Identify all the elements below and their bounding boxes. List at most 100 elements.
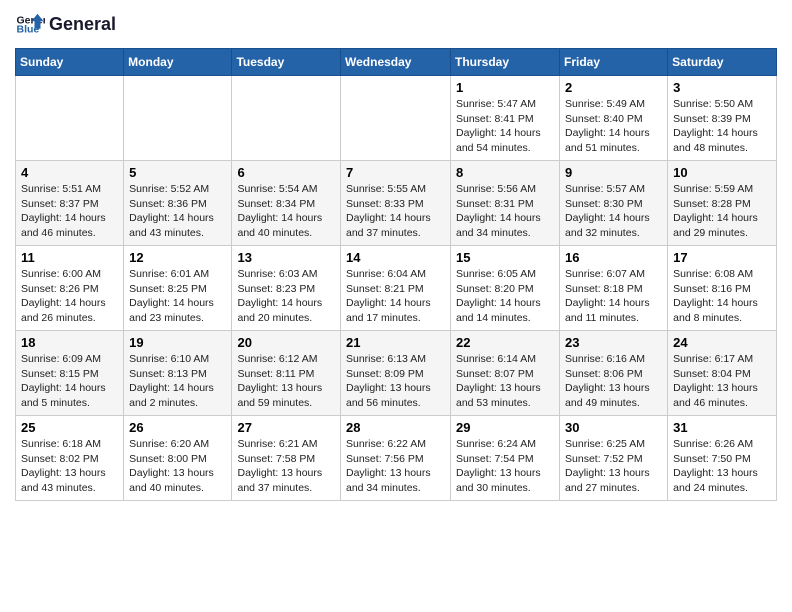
day-info: Sunrise: 6:13 AM Sunset: 8:09 PM Dayligh…: [346, 352, 445, 411]
calendar-cell: 20 Sunrise: 6:12 AM Sunset: 8:11 PM Dayli…: [232, 331, 341, 416]
day-info: Sunrise: 6:05 AM Sunset: 8:20 PM Dayligh…: [456, 267, 554, 326]
day-header-friday: Friday: [560, 49, 668, 76]
day-number: 16: [565, 250, 662, 265]
calendar-cell: 2Sunrise: 5:49 AM Sunset: 8:40 PM Daylig…: [560, 76, 668, 161]
calendar-cell: [16, 76, 124, 161]
day-number: 11: [21, 250, 118, 265]
day-header-saturday: Saturday: [668, 49, 777, 76]
calendar-cell: 8 Sunrise: 5:56 AM Sunset: 8:31 PM Daylig…: [451, 161, 560, 246]
day-number: 4: [21, 165, 118, 180]
calendar-cell: 19 Sunrise: 6:10 AM Sunset: 8:13 PM Dayli…: [124, 331, 232, 416]
calendar-cell: [124, 76, 232, 161]
day-number: 30: [565, 420, 662, 435]
day-info: Sunrise: 6:07 AM Sunset: 8:18 PM Dayligh…: [565, 267, 662, 326]
day-info: Sunrise: 5:57 AM Sunset: 8:30 PM Dayligh…: [565, 182, 662, 241]
calendar-cell: [341, 76, 451, 161]
day-number: 29: [456, 420, 554, 435]
day-info: Sunrise: 5:59 AM Sunset: 8:28 PM Dayligh…: [673, 182, 771, 241]
day-number: 13: [237, 250, 335, 265]
calendar-cell: [232, 76, 341, 161]
calendar-week-row: 1 Sunrise: 5:47 AM Sunset: 8:41 PM Daylig…: [16, 76, 777, 161]
calendar-cell: 31 Sunrise: 6:26 AM Sunset: 7:50 PM Dayli…: [668, 416, 777, 501]
calendar-cell: 12 Sunrise: 6:01 AM Sunset: 8:25 PM Dayli…: [124, 246, 232, 331]
calendar-cell: 6 Sunrise: 5:54 AM Sunset: 8:34 PM Daylig…: [232, 161, 341, 246]
day-info: Sunrise: 5:56 AM Sunset: 8:31 PM Dayligh…: [456, 182, 554, 241]
day-number: 18: [21, 335, 118, 350]
day-number: 23: [565, 335, 662, 350]
day-number: 19: [129, 335, 226, 350]
day-number: 5: [129, 165, 226, 180]
day-number: 3: [673, 80, 771, 95]
day-header-wednesday: Wednesday: [341, 49, 451, 76]
day-info: Sunrise: 6:26 AM Sunset: 7:50 PM Dayligh…: [673, 437, 771, 496]
day-header-sunday: Sunday: [16, 49, 124, 76]
calendar-cell: 5Sunrise: 5:52 AM Sunset: 8:36 PM Daylig…: [124, 161, 232, 246]
calendar-cell: 3 Sunrise: 5:50 AM Sunset: 8:39 PM Daylig…: [668, 76, 777, 161]
header: General Blue General: [15, 10, 777, 40]
day-info: Sunrise: 5:54 AM Sunset: 8:34 PM Dayligh…: [237, 182, 335, 241]
calendar-cell: 25Sunrise: 6:18 AM Sunset: 8:02 PM Dayli…: [16, 416, 124, 501]
day-number: 10: [673, 165, 771, 180]
day-number: 24: [673, 335, 771, 350]
day-info: Sunrise: 5:50 AM Sunset: 8:39 PM Dayligh…: [673, 97, 771, 156]
day-number: 6: [237, 165, 335, 180]
calendar-cell: 16 Sunrise: 6:07 AM Sunset: 8:18 PM Dayli…: [560, 246, 668, 331]
day-number: 22: [456, 335, 554, 350]
day-info: Sunrise: 6:00 AM Sunset: 8:26 PM Dayligh…: [21, 267, 118, 326]
calendar-cell: 22 Sunrise: 6:14 AM Sunset: 8:07 PM Dayli…: [451, 331, 560, 416]
day-info: Sunrise: 5:47 AM Sunset: 8:41 PM Dayligh…: [456, 97, 554, 156]
day-number: 8: [456, 165, 554, 180]
calendar-cell: 7 Sunrise: 5:55 AM Sunset: 8:33 PM Daylig…: [341, 161, 451, 246]
day-number: 1: [456, 80, 554, 95]
calendar-week-row: 25Sunrise: 6:18 AM Sunset: 8:02 PM Dayli…: [16, 416, 777, 501]
calendar-cell: 1 Sunrise: 5:47 AM Sunset: 8:41 PM Daylig…: [451, 76, 560, 161]
calendar-cell: 27Sunrise: 6:21 AM Sunset: 7:58 PM Dayli…: [232, 416, 341, 501]
calendar-cell: 13 Sunrise: 6:03 AM Sunset: 8:23 PM Dayli…: [232, 246, 341, 331]
day-info: Sunrise: 6:20 AM Sunset: 8:00 PM Dayligh…: [129, 437, 226, 496]
calendar-cell: 11 Sunrise: 6:00 AM Sunset: 8:26 PM Dayli…: [16, 246, 124, 331]
day-info: Sunrise: 6:10 AM Sunset: 8:13 PM Dayligh…: [129, 352, 226, 411]
day-info: Sunrise: 6:17 AM Sunset: 8:04 PM Dayligh…: [673, 352, 771, 411]
day-info: Sunrise: 6:09 AM Sunset: 8:15 PM Dayligh…: [21, 352, 118, 411]
calendar-week-row: 18 Sunrise: 6:09 AM Sunset: 8:15 PM Dayli…: [16, 331, 777, 416]
day-info: Sunrise: 6:08 AM Sunset: 8:16 PM Dayligh…: [673, 267, 771, 326]
day-info: Sunrise: 6:24 AM Sunset: 7:54 PM Dayligh…: [456, 437, 554, 496]
day-info: Sunrise: 6:12 AM Sunset: 8:11 PM Dayligh…: [237, 352, 335, 411]
day-number: 7: [346, 165, 445, 180]
day-header-thursday: Thursday: [451, 49, 560, 76]
calendar-cell: 4 Sunrise: 5:51 AM Sunset: 8:37 PM Daylig…: [16, 161, 124, 246]
calendar-cell: 30 Sunrise: 6:25 AM Sunset: 7:52 PM Dayli…: [560, 416, 668, 501]
calendar-cell: 23Sunrise: 6:16 AM Sunset: 8:06 PM Dayli…: [560, 331, 668, 416]
day-info: Sunrise: 6:03 AM Sunset: 8:23 PM Dayligh…: [237, 267, 335, 326]
day-number: 15: [456, 250, 554, 265]
calendar-cell: 21 Sunrise: 6:13 AM Sunset: 8:09 PM Dayli…: [341, 331, 451, 416]
day-number: 27: [237, 420, 335, 435]
calendar-cell: 26Sunrise: 6:20 AM Sunset: 8:00 PM Dayli…: [124, 416, 232, 501]
calendar-body: 1 Sunrise: 5:47 AM Sunset: 8:41 PM Daylig…: [16, 76, 777, 501]
day-number: 31: [673, 420, 771, 435]
calendar-header-row: SundayMondayTuesdayWednesdayThursdayFrid…: [16, 49, 777, 76]
logo-text: General: [49, 15, 116, 35]
day-info: Sunrise: 5:55 AM Sunset: 8:33 PM Dayligh…: [346, 182, 445, 241]
calendar-cell: 10 Sunrise: 5:59 AM Sunset: 8:28 PM Dayli…: [668, 161, 777, 246]
day-number: 9: [565, 165, 662, 180]
calendar-cell: 28Sunrise: 6:22 AM Sunset: 7:56 PM Dayli…: [341, 416, 451, 501]
day-header-tuesday: Tuesday: [232, 49, 341, 76]
day-number: 21: [346, 335, 445, 350]
calendar-cell: 9 Sunrise: 5:57 AM Sunset: 8:30 PM Daylig…: [560, 161, 668, 246]
day-number: 2: [565, 80, 662, 95]
day-info: Sunrise: 6:22 AM Sunset: 7:56 PM Dayligh…: [346, 437, 445, 496]
day-info: Sunrise: 6:01 AM Sunset: 8:25 PM Dayligh…: [129, 267, 226, 326]
day-info: Sunrise: 6:04 AM Sunset: 8:21 PM Dayligh…: [346, 267, 445, 326]
calendar-cell: 18 Sunrise: 6:09 AM Sunset: 8:15 PM Dayli…: [16, 331, 124, 416]
day-info: Sunrise: 6:25 AM Sunset: 7:52 PM Dayligh…: [565, 437, 662, 496]
day-info: Sunrise: 6:18 AM Sunset: 8:02 PM Dayligh…: [21, 437, 118, 496]
day-info: Sunrise: 5:51 AM Sunset: 8:37 PM Dayligh…: [21, 182, 118, 241]
calendar-cell: 14Sunrise: 6:04 AM Sunset: 8:21 PM Dayli…: [341, 246, 451, 331]
day-info: Sunrise: 6:14 AM Sunset: 8:07 PM Dayligh…: [456, 352, 554, 411]
day-header-monday: Monday: [124, 49, 232, 76]
day-number: 20: [237, 335, 335, 350]
day-number: 12: [129, 250, 226, 265]
day-number: 17: [673, 250, 771, 265]
calendar-table: SundayMondayTuesdayWednesdayThursdayFrid…: [15, 48, 777, 501]
